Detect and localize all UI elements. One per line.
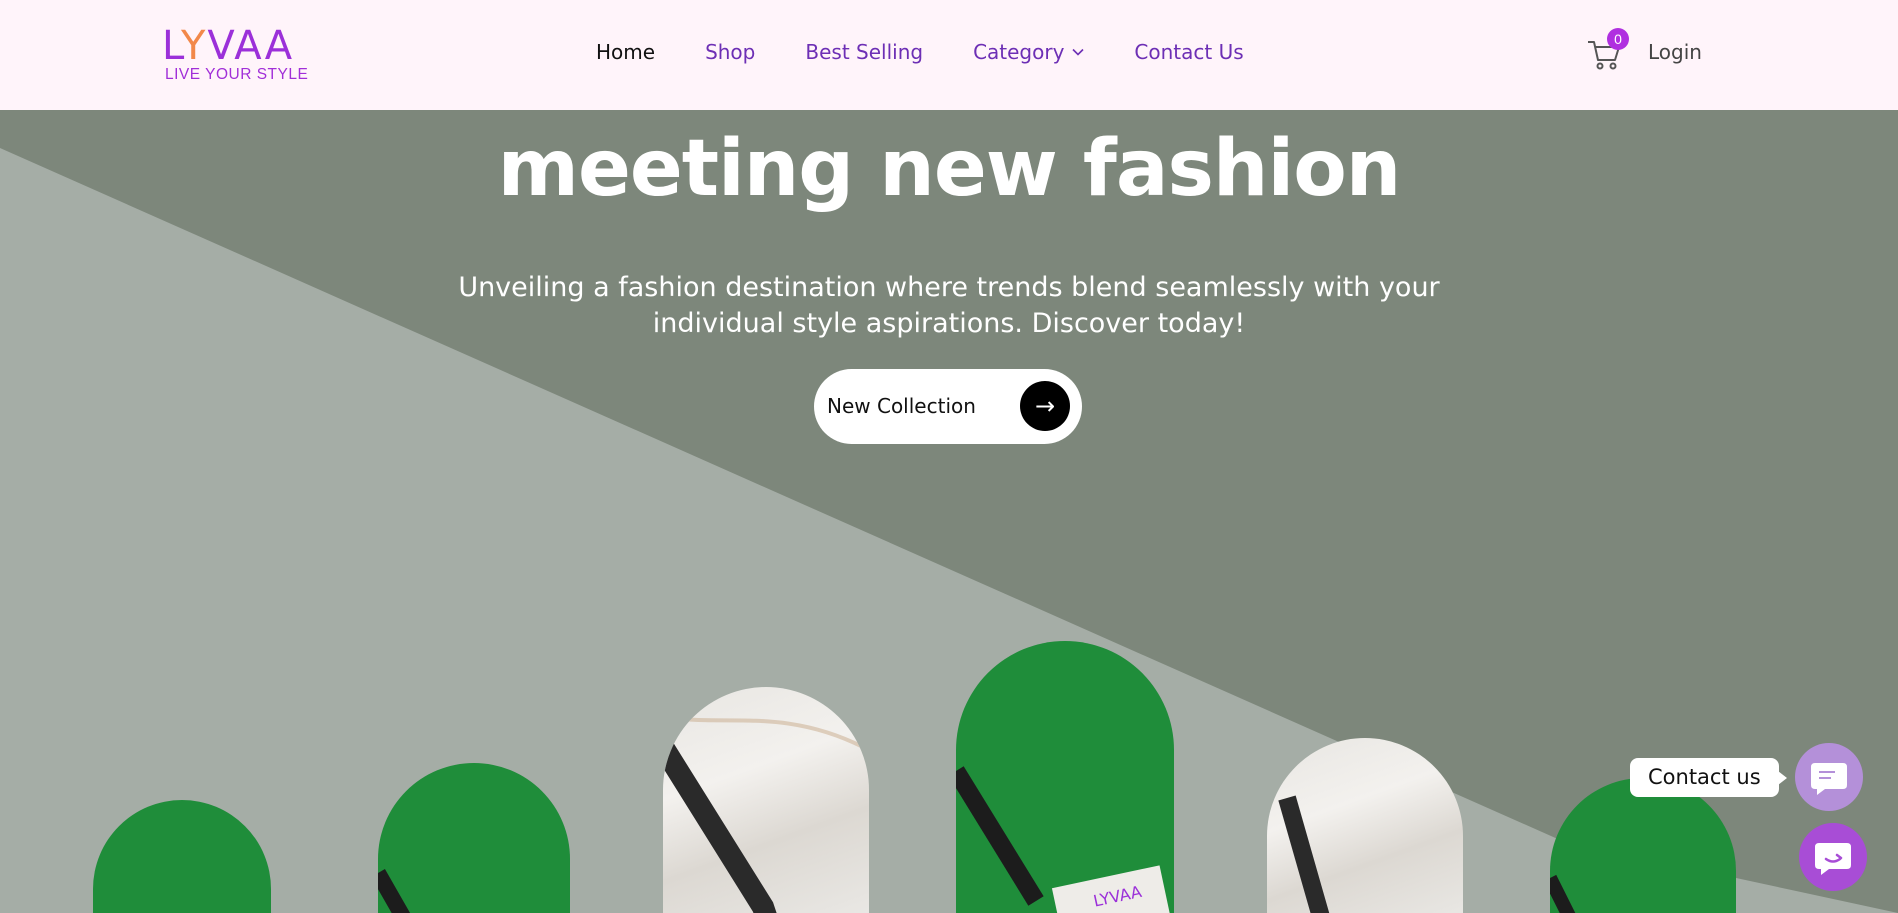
logo-letter-y: Y [180, 23, 208, 69]
chat-tooltip[interactable]: Contact us [1630, 758, 1787, 797]
nav-contact-us[interactable]: Contact Us [1134, 40, 1243, 64]
strap-decoration [663, 715, 864, 913]
product-image-arch-4[interactable]: LYVAA [956, 641, 1174, 913]
nav-best-selling[interactable]: Best Selling [805, 40, 923, 64]
logo-letter-l: L [162, 23, 181, 69]
logo-tagline: LIVE YOUR STYLE [165, 66, 309, 83]
chevron-down-icon [1072, 48, 1084, 56]
main-nav: Home Shop Best Selling Category Contact … [596, 40, 1294, 64]
logo-letters-vaa: VAA [207, 23, 295, 69]
nav-home[interactable]: Home [596, 40, 655, 64]
new-collection-button[interactable]: New Collection → [814, 369, 1082, 444]
hero-subtitle-line-2: individual style aspirations. Discover t… [652, 308, 1246, 339]
tag-decoration: LYVAA [956, 766, 1174, 913]
arrow-right-icon: → [1020, 381, 1070, 431]
hero-subtitle: Unveiling a fashion destination where tr… [0, 270, 1898, 342]
nav-shop[interactable]: Shop [705, 40, 755, 64]
new-collection-label: New Collection [827, 394, 976, 418]
logo-wordmark: LYVAA [162, 26, 312, 66]
hero-title: meeting new fashion [497, 124, 1402, 214]
chat-toggle-button[interactable] [1795, 743, 1863, 811]
nav-category-label: Category [973, 40, 1065, 64]
site-header: LYVAA LIVE YOUR STYLE Home Shop Best Sel… [0, 0, 1898, 110]
message-icon [1811, 763, 1847, 795]
nav-category[interactable]: Category [973, 40, 1084, 64]
cart-count-badge: 0 [1607, 28, 1629, 50]
live-chat-button[interactable] [1799, 823, 1867, 891]
hero-subtitle-line-1: Unveiling a fashion destination where tr… [458, 272, 1440, 303]
product-image-arch-3[interactable] [663, 687, 869, 913]
chat-smile-icon [1815, 843, 1851, 875]
brand-logo[interactable]: LYVAA LIVE YOUR STYLE [162, 26, 312, 86]
login-link[interactable]: Login [1648, 40, 1702, 64]
